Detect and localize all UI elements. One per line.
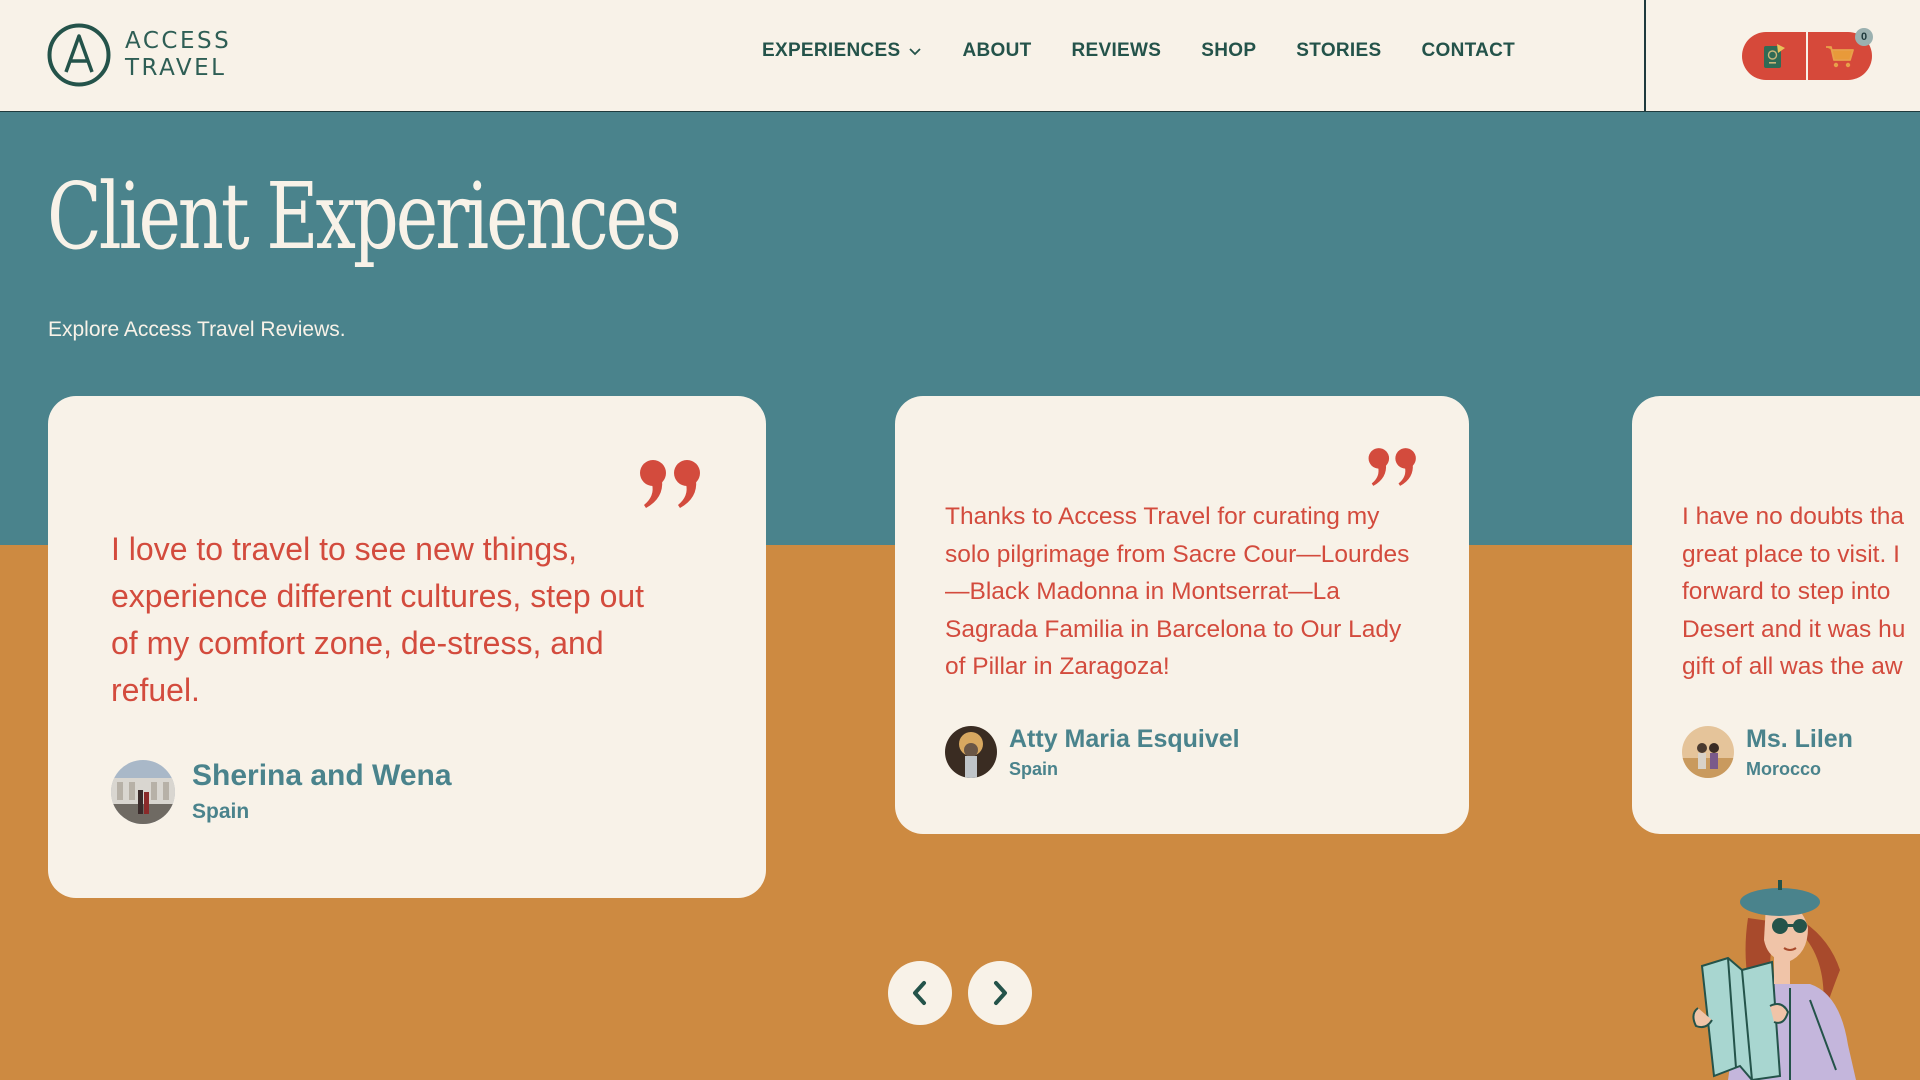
review-author-name: Atty Maria Esquivel — [1009, 725, 1240, 753]
nav-item-reviews[interactable]: REVIEWS — [1072, 40, 1162, 62]
traveler-illustration — [1692, 880, 1856, 1080]
nav-item-about[interactable]: ABOUT — [962, 40, 1031, 62]
letter-a-circle-logo-icon — [47, 23, 111, 87]
main-nav: EXPERIENCES ABOUT REVIEWS SHOP STORIES C… — [762, 40, 1555, 62]
quote-icon — [1368, 448, 1416, 486]
nav-item-contact[interactable]: CONTACT — [1421, 40, 1515, 62]
review-quote-line: gift of all was the aw — [1682, 653, 1903, 680]
review-card: Thanks to Access Travel for curating my … — [895, 396, 1469, 834]
cart-count-badge: 0 — [1855, 28, 1873, 46]
site-header: ACCESS TRAVEL EXPERIENCES ABOUT REVIEWS … — [0, 0, 1920, 112]
review-card: I have no doubts tha great place to visi… — [1632, 396, 1920, 834]
review-quote-line: great place to visit. I — [1682, 540, 1900, 568]
nav-item-stories[interactable]: STORIES — [1296, 40, 1381, 62]
avatar — [1682, 726, 1734, 778]
review-quote-line: Desert and it was hu — [1682, 615, 1906, 643]
carousel-prev-button[interactable] — [888, 961, 952, 1025]
review-card: I love to travel to see new things, expe… — [48, 396, 766, 898]
quote-icon — [640, 460, 700, 508]
brand-logo[interactable]: ACCESS TRAVEL — [47, 23, 231, 87]
avatar — [945, 726, 997, 778]
shopping-cart-icon — [1826, 46, 1854, 68]
review-author: Sherina and Wena Spain — [111, 759, 452, 824]
avatar — [111, 760, 175, 824]
chevron-left-icon — [913, 981, 926, 1005]
review-author-location: Morocco — [1746, 759, 1822, 779]
review-author-location: Spain — [192, 800, 250, 823]
review-author: Ms. Lilen Morocco — [1682, 725, 1853, 780]
nav-label-experiences: EXPERIENCES — [762, 40, 901, 61]
header-divider — [1644, 0, 1646, 112]
page-subtitle: Explore Access Travel Reviews. — [48, 318, 346, 341]
brand-line-2: TRAVEL — [125, 55, 227, 81]
nav-item-shop[interactable]: SHOP — [1201, 40, 1256, 62]
review-author-name: Ms. Lilen — [1746, 725, 1853, 753]
review-author-name: Sherina and Wena — [192, 759, 452, 792]
review-quote: I have no doubts tha great place to visi… — [1682, 498, 1920, 686]
review-quote-line: I have no doubts tha — [1682, 503, 1905, 530]
review-author: Atty Maria Esquivel Spain — [945, 725, 1240, 780]
page-title: Client Experiences — [47, 163, 682, 270]
carousel-next-button[interactable] — [968, 961, 1032, 1025]
review-quote: I love to travel to see new things, expe… — [111, 531, 645, 708]
review-quote: Thanks to Access Travel for curating my … — [945, 503, 1410, 680]
nav-item-experiences[interactable]: EXPERIENCES — [762, 40, 922, 62]
brand-wordmark: ACCESS TRAVEL — [125, 28, 231, 82]
passport-icon — [1764, 44, 1785, 68]
brand-line-1: ACCESS — [125, 28, 232, 54]
chevron-right-icon — [994, 981, 1007, 1005]
review-author-location: Spain — [1009, 759, 1059, 779]
header-action-buttons: 0 — [1742, 28, 1873, 80]
chevron-down-icon — [909, 48, 922, 56]
passport-button[interactable] — [1742, 32, 1808, 80]
review-quote-line: forward to step into — [1682, 578, 1891, 605]
